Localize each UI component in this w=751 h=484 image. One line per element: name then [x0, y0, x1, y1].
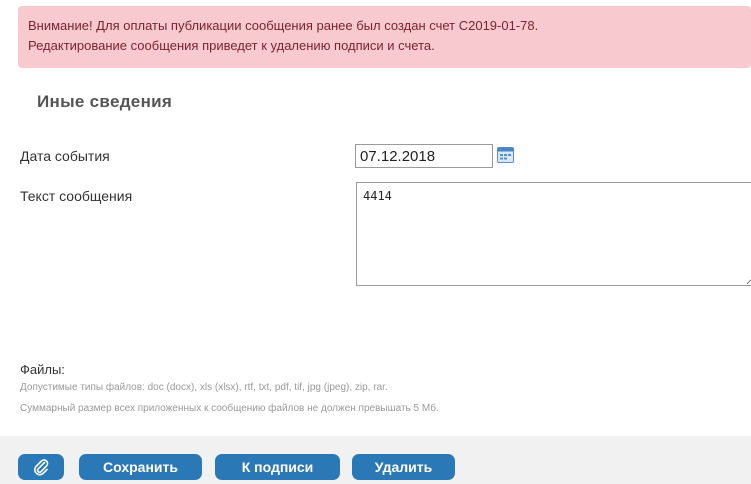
allowed-file-types-hint: Допустимые типы файлов: doc (docx), xls … [20, 382, 388, 393]
event-date-label: Дата события [20, 148, 110, 164]
save-button[interactable]: Сохранить [79, 454, 202, 480]
attach-file-button[interactable] [18, 454, 64, 480]
section-title: Иные сведения [37, 92, 173, 111]
alert-line-1: Внимание! Для оплаты публикации сообщени… [28, 18, 539, 33]
alert-line-2: Редактирование сообщения приведет к удал… [28, 38, 435, 53]
files-title: Файлы: [20, 362, 65, 377]
warning-alert: Внимание! Для оплаты публикации сообщени… [18, 6, 751, 68]
send-to-sign-button[interactable]: К подписи [215, 454, 340, 480]
message-textarea[interactable]: 4414 [356, 182, 751, 286]
calendar-icon[interactable] [497, 146, 514, 163]
paperclip-icon [34, 459, 49, 476]
delete-button[interactable]: Удалить [352, 454, 455, 480]
message-text-label: Текст сообщения [20, 188, 133, 204]
file-size-limit-hint: Суммарный размер всех приложенных к сооб… [20, 403, 439, 414]
event-date-input[interactable] [355, 144, 493, 168]
